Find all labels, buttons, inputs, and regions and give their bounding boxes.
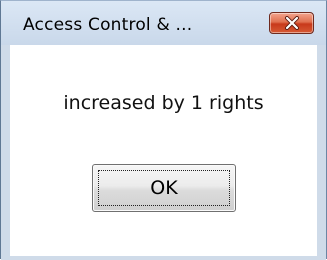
- message-text: increased by 1 rights: [63, 92, 264, 114]
- close-button[interactable]: [269, 12, 314, 34]
- close-icon: [270, 13, 313, 33]
- message-dialog: Access Control & ... increased by 1 righ…: [0, 0, 327, 260]
- title-bar[interactable]: Access Control & ...: [1, 1, 326, 45]
- ok-button-label: OK: [98, 170, 230, 206]
- dialog-bottom-border: [1, 256, 326, 260]
- dialog-body: increased by 1 rights OK: [10, 45, 318, 256]
- ok-button[interactable]: OK: [92, 164, 236, 212]
- dialog-title: Access Control & ...: [23, 15, 193, 35]
